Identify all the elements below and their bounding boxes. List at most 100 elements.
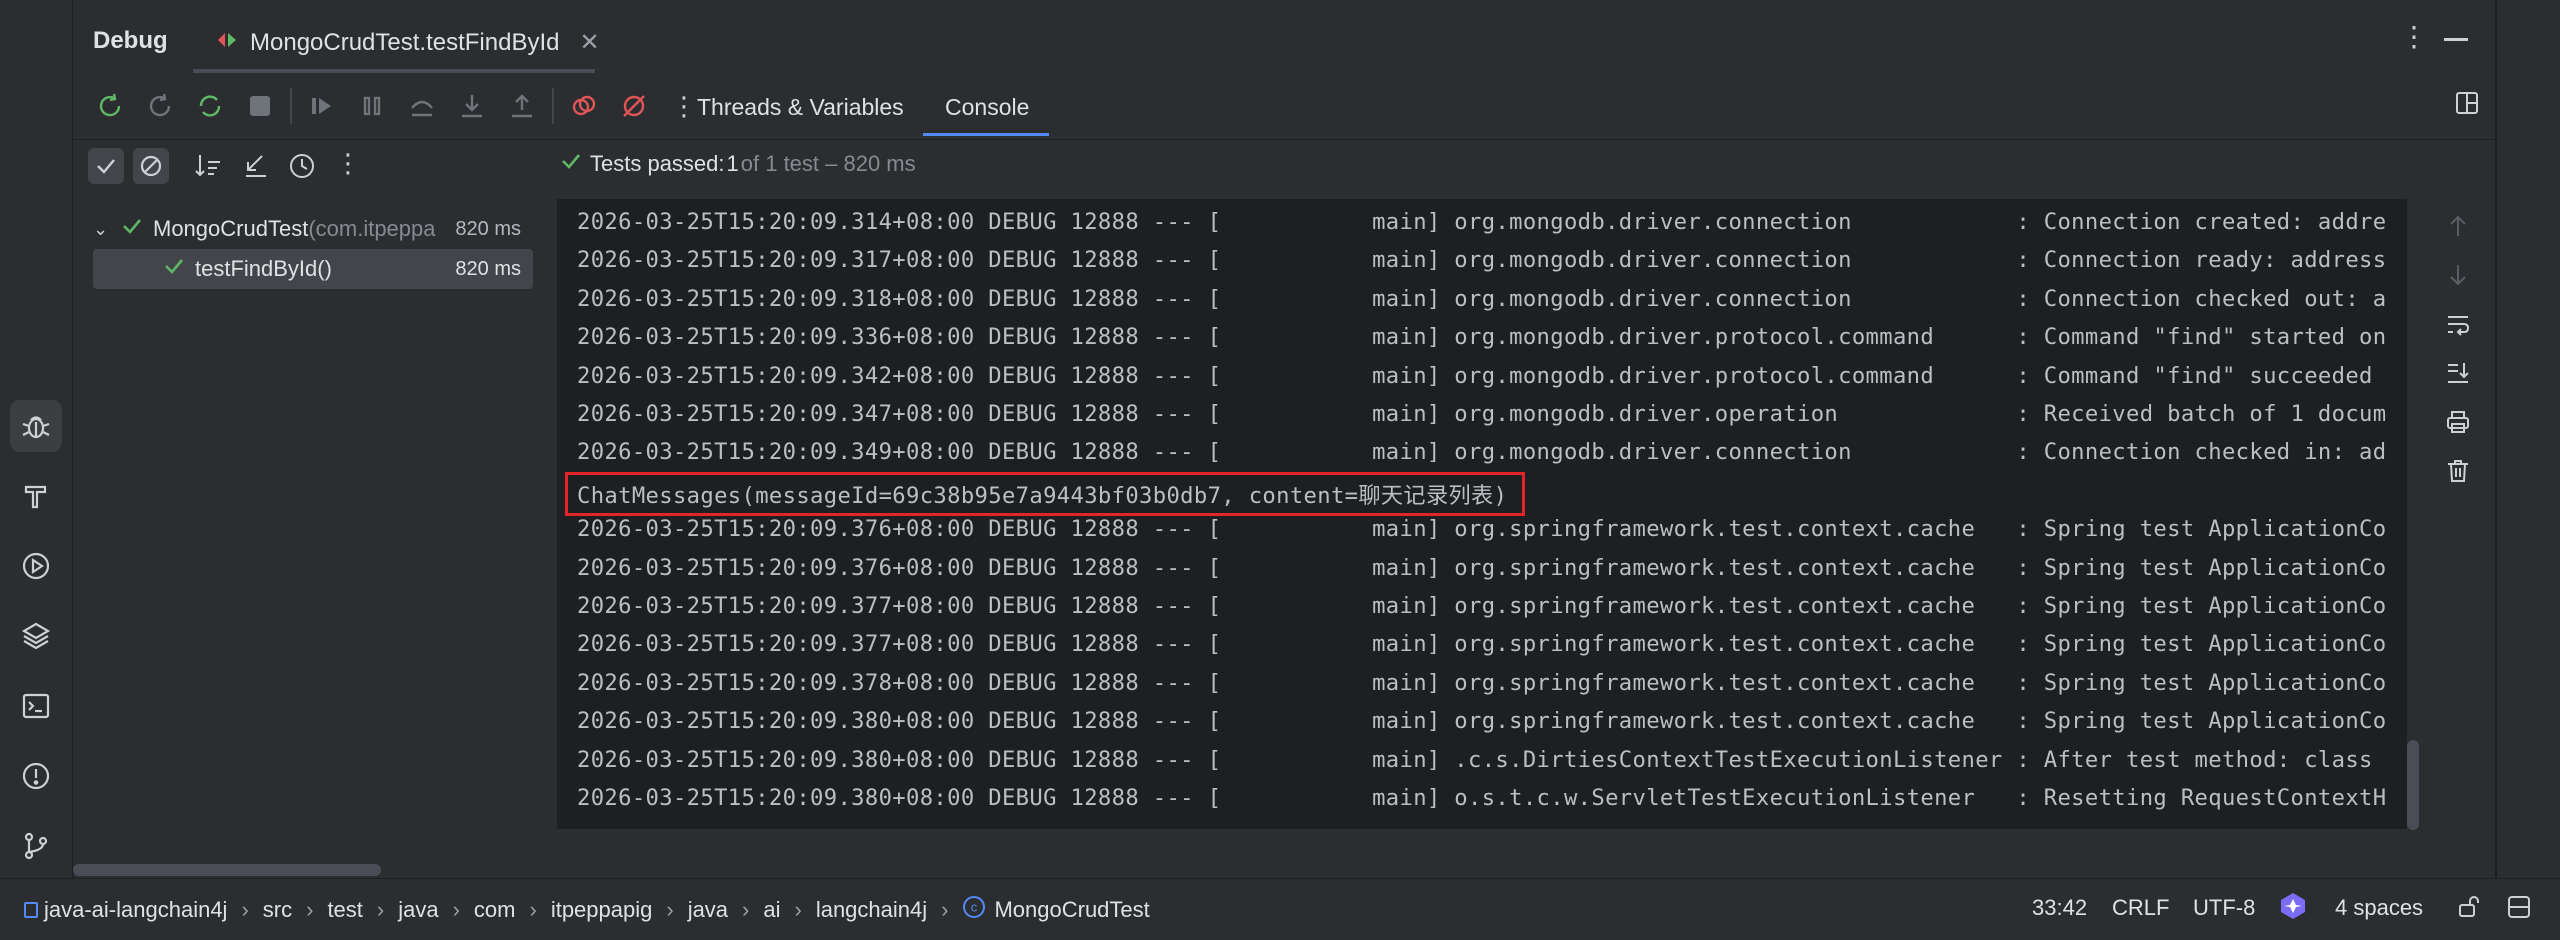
layers-icon[interactable] <box>10 610 62 662</box>
chevron-right-icon: › <box>241 896 249 922</box>
close-tab-icon[interactable]: ✕ <box>579 28 599 57</box>
minimize-icon[interactable] <box>2444 38 2468 41</box>
console-side-actions <box>2444 212 2472 490</box>
view-breakpoints-icon[interactable] <box>564 86 604 126</box>
scroll-to-end-icon[interactable] <box>2444 359 2472 392</box>
tree-child-name: testFindById() <box>195 256 332 281</box>
tab-test-config[interactable]: MongoCrudTest.testFindById ✕ <box>214 27 600 58</box>
print-icon[interactable] <box>2444 408 2472 441</box>
rerun-icon[interactable] <box>90 86 130 126</box>
more-options-icon[interactable]: ⋮ <box>2400 20 2428 53</box>
tree-child-time: 820 ms <box>455 257 521 280</box>
breadcrumb-item[interactable]: itpeppapig <box>551 897 653 923</box>
breadcrumb-item[interactable]: ai <box>763 897 780 923</box>
breadcrumb-item[interactable]: test <box>327 897 362 923</box>
chevron-right-icon: › <box>306 896 314 922</box>
test-status-suffix: of 1 test – 820 ms <box>740 151 916 176</box>
notifications-icon[interactable] <box>2506 894 2532 925</box>
git-branch-icon[interactable] <box>10 820 62 872</box>
test-status-bar: Tests passed: 1 of 1 test – 820 ms <box>560 150 916 178</box>
tab-console[interactable]: Console <box>945 94 1029 121</box>
log-line: 2026-03-25T15:20:09.377+08:00 DEBUG 1288… <box>577 631 2387 657</box>
tree-root-name: MongoCrudTest <box>153 216 309 241</box>
chevron-right-icon: › <box>529 896 537 922</box>
tree-root-time: 820 ms <box>455 217 521 240</box>
chevron-right-icon: › <box>452 896 460 922</box>
log-line: 2026-03-25T15:20:09.377+08:00 DEBUG 1288… <box>577 593 2387 619</box>
problems-icon[interactable] <box>10 750 62 802</box>
breadcrumb-item[interactable]: MongoCrudTest <box>994 897 1149 923</box>
terminal-icon[interactable] <box>10 680 62 732</box>
svg-text:c: c <box>971 900 978 915</box>
tree-more-icon[interactable]: ⋮ <box>335 148 361 179</box>
chevron-down-icon[interactable]: ⌄ <box>93 219 115 240</box>
right-tool-strip <box>2496 0 2560 878</box>
test-status-prefix: Tests passed: <box>590 151 725 176</box>
log-line: 2026-03-25T15:20:09.380+08:00 DEBUG 1288… <box>577 708 2387 734</box>
pause-icon[interactable] <box>352 86 392 126</box>
step-out-icon[interactable] <box>502 86 542 126</box>
resume-icon[interactable] <box>302 86 342 126</box>
toolbar-separator <box>552 88 554 124</box>
soft-wrap-icon[interactable] <box>2444 310 2472 343</box>
stop-icon[interactable] <box>240 86 280 126</box>
line-separator[interactable]: CRLF <box>2112 895 2169 921</box>
tree-node-child[interactable]: testFindById() 820 ms <box>93 249 533 289</box>
console-vertical-scrollbar[interactable] <box>2407 740 2419 830</box>
breadcrumb-item[interactable]: langchain4j <box>816 897 927 923</box>
run-services-icon[interactable] <box>10 540 62 592</box>
test-config-icon <box>214 27 240 58</box>
tool-window-title: Debug <box>93 27 168 54</box>
indent-setting[interactable]: 4 spaces <box>2335 895 2423 921</box>
chevron-right-icon: › <box>742 896 750 922</box>
show-passed-icon[interactable] <box>88 148 124 184</box>
log-line: 2026-03-25T15:20:09.314+08:00 DEBUG 1288… <box>577 209 2387 235</box>
log-line: 2026-03-25T15:20:09.342+08:00 DEBUG 1288… <box>577 363 2373 389</box>
chevron-right-icon: › <box>376 896 385 922</box>
test-passed-icon <box>560 150 582 178</box>
log-line: 2026-03-25T15:20:09.336+08:00 DEBUG 1288… <box>577 324 2387 350</box>
console-tab-underline <box>923 133 1049 136</box>
breadcrumb-item[interactable]: java <box>688 897 728 923</box>
log-line: 2026-03-25T15:20:09.349+08:00 DEBUG 1288… <box>577 439 2387 465</box>
test-history-icon[interactable] <box>286 150 318 187</box>
toolbar-separator <box>290 88 292 124</box>
scroll-up-icon[interactable] <box>2444 212 2472 245</box>
caret-position[interactable]: 33:42 <box>2032 895 2087 921</box>
file-encoding[interactable]: UTF-8 <box>2193 895 2255 921</box>
debug-bug-icon[interactable] <box>10 400 62 452</box>
active-tab-underline <box>193 69 595 73</box>
scroll-down-icon[interactable] <box>2444 261 2472 294</box>
test-tree-panel: ⌄ MongoCrudTest (com.itpeppa 820 ms test… <box>73 192 557 878</box>
clear-all-icon[interactable] <box>2444 457 2472 490</box>
log-line: 2026-03-25T15:20:09.318+08:00 DEBUG 1288… <box>577 286 2387 312</box>
lock-icon[interactable] <box>2455 894 2481 925</box>
chevron-right-icon: › <box>941 896 949 922</box>
breadcrumb-item[interactable]: java <box>398 897 438 923</box>
sort-alpha-icon[interactable] <box>192 150 224 187</box>
log-line: 2026-03-25T15:20:09.380+08:00 DEBUG 1288… <box>577 785 2387 811</box>
log-line: 2026-03-25T15:20:09.376+08:00 DEBUG 1288… <box>577 516 2387 542</box>
breadcrumb-item[interactable]: com <box>474 897 516 923</box>
breadcrumb-item[interactable]: src <box>263 897 292 923</box>
tree-node-root[interactable]: ⌄ MongoCrudTest (com.itpeppa 820 ms <box>93 209 553 249</box>
ai-assistant-icon[interactable] <box>2277 890 2309 927</box>
build-hammer-icon[interactable] <box>10 470 62 522</box>
step-over-icon[interactable] <box>402 86 442 126</box>
rerun-auto-icon[interactable] <box>190 86 230 126</box>
step-into-icon[interactable] <box>452 86 492 126</box>
breadcrumb: java-ai-langchain4j › src › test › java … <box>24 895 1150 924</box>
show-ignored-icon[interactable] <box>133 148 169 184</box>
rerun-failed-icon[interactable] <box>140 86 180 126</box>
module-icon <box>24 901 38 918</box>
highlight-box <box>565 472 1525 516</box>
class-icon: c <box>962 895 986 924</box>
mute-breakpoints-icon[interactable] <box>614 86 654 126</box>
layout-icon[interactable] <box>2454 90 2480 121</box>
tab-threads-variables[interactable]: Threads & Variables <box>697 94 904 121</box>
tree-horizontal-scrollbar[interactable] <box>73 864 381 876</box>
chevron-right-icon: › <box>794 896 802 922</box>
collapse-all-icon[interactable] <box>240 150 272 187</box>
breadcrumb-item[interactable]: java-ai-langchain4j <box>44 897 227 923</box>
log-line: 2026-03-25T15:20:09.347+08:00 DEBUG 1288… <box>577 401 2387 427</box>
